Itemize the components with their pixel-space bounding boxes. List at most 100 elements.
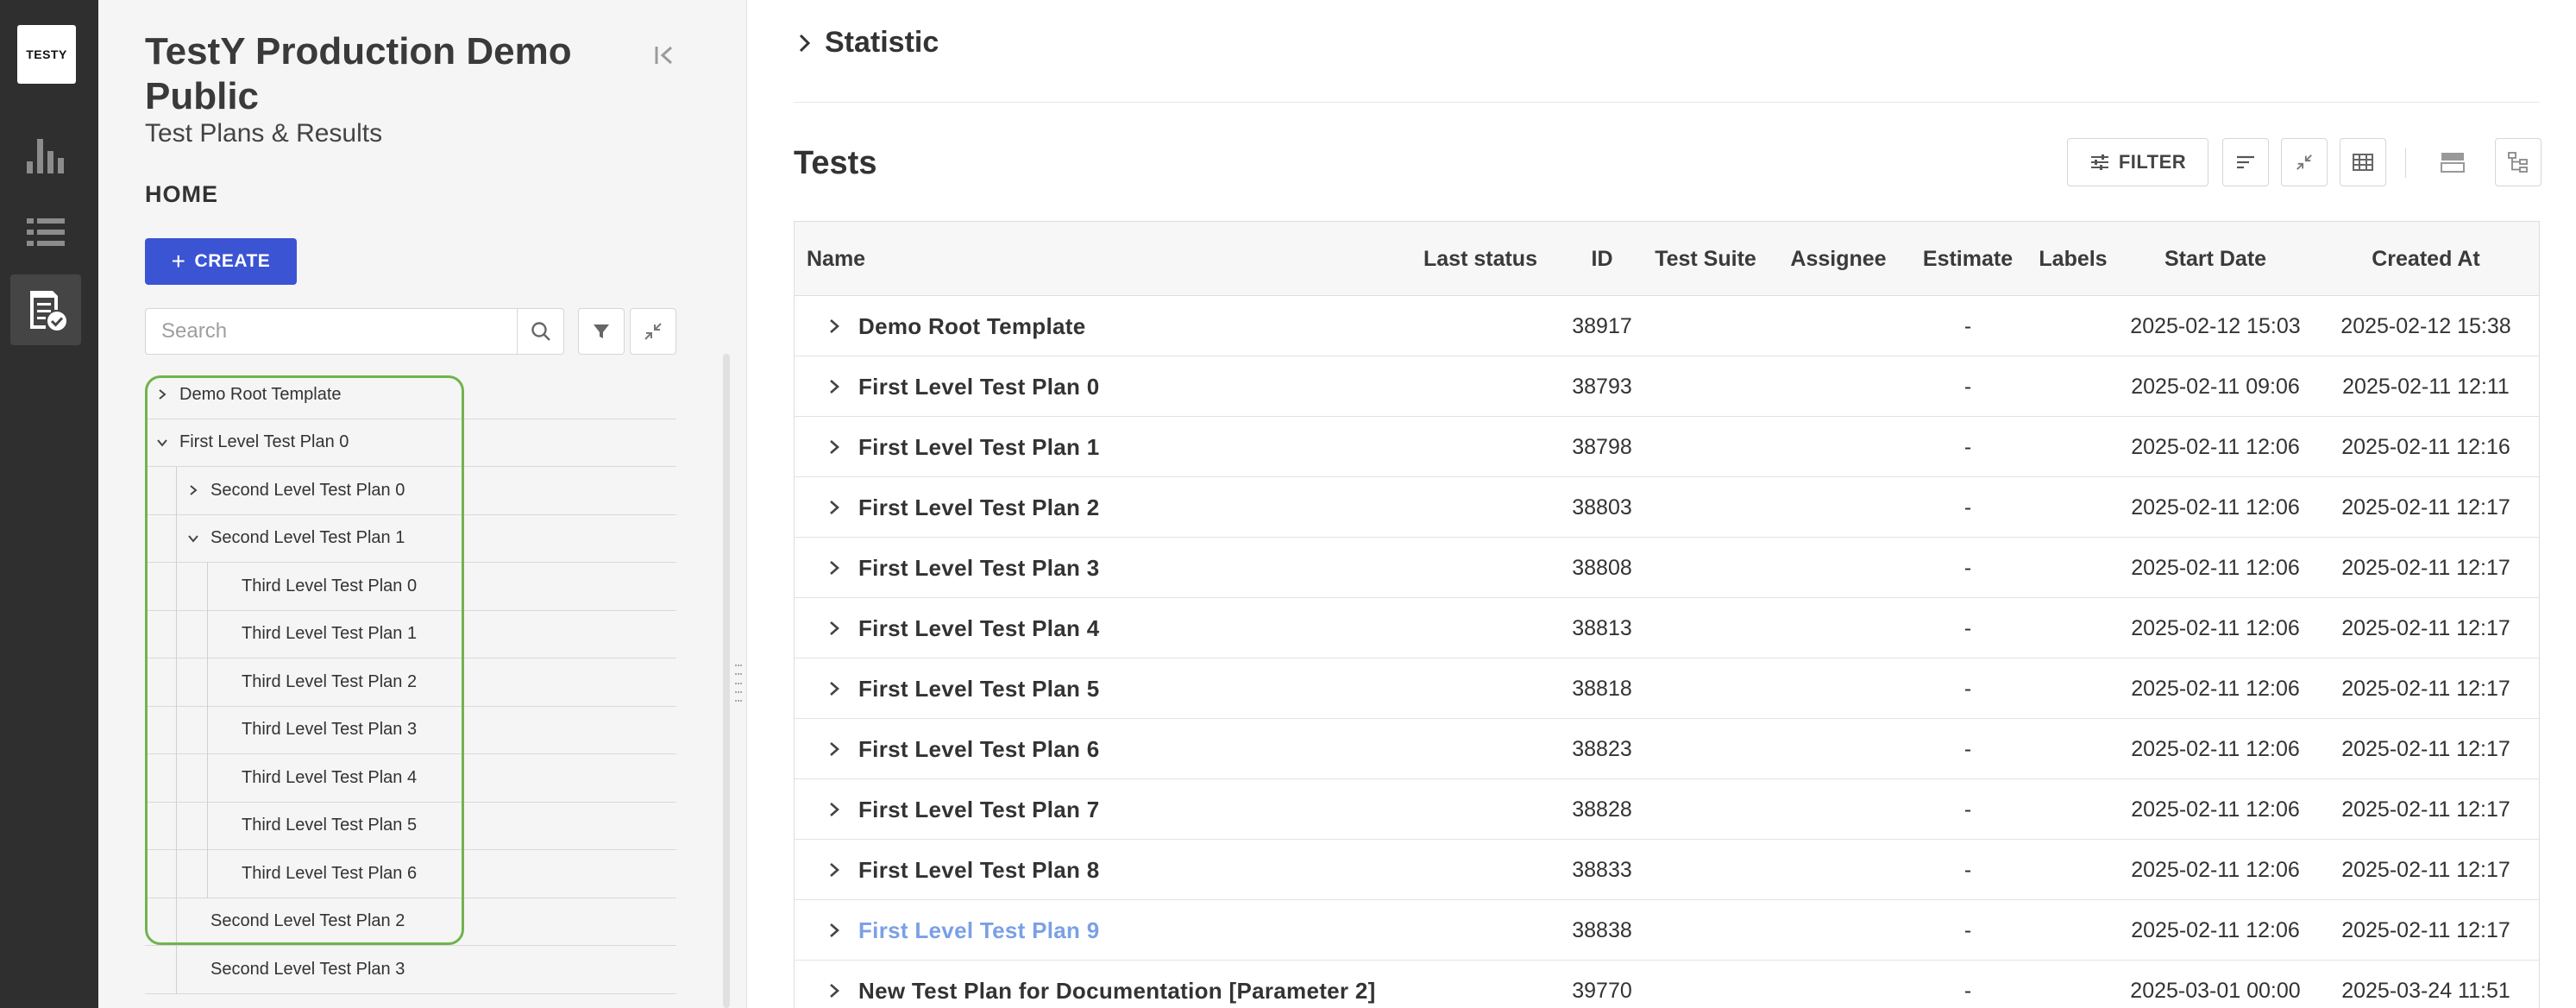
- rail-item-test-plans[interactable]: [10, 274, 81, 345]
- cell-name[interactable]: Demo Root Template: [858, 296, 1462, 356]
- sort-button[interactable]: [2222, 138, 2269, 186]
- column-header-id[interactable]: ID: [1562, 222, 1642, 296]
- column-header-name[interactable]: Name: [807, 222, 1411, 296]
- statistic-toggle[interactable]: Statistic: [797, 26, 939, 60]
- tree-item[interactable]: First Level Test Plan 0: [145, 419, 676, 467]
- column-header-estimate[interactable]: Estimate: [1907, 222, 2028, 296]
- tree-item[interactable]: Third Level Test Plan 4: [145, 754, 676, 803]
- cell-start-date: 2025-02-11 12:06: [2131, 917, 2300, 942]
- cell-name[interactable]: First Level Test Plan 0: [858, 356, 1462, 417]
- cell-test-suite: [1642, 779, 1769, 840]
- cell-name[interactable]: First Level Test Plan 1: [858, 417, 1462, 477]
- table-row[interactable]: First Level Test Plan 1 38798 - 2025-02-11 …: [795, 417, 2539, 477]
- cell-start-date: 2025-02-11 09:06: [2131, 374, 2300, 399]
- chevron-right-icon[interactable]: [826, 680, 843, 697]
- project-title: TestY Production Demo Public: [145, 30, 572, 117]
- table-row[interactable]: First Level Test Plan 6 38823 - 2025-02-11 …: [795, 719, 2539, 779]
- table-row[interactable]: First Level Test Plan 9 38838 - 2025-02-11 …: [795, 900, 2539, 961]
- cell-labels: [2028, 719, 2118, 779]
- cell-assignee: [1769, 719, 1907, 779]
- tree-item[interactable]: Second Level Test Plan 0: [145, 467, 676, 515]
- tree-item[interactable]: Third Level Test Plan 0: [145, 563, 676, 611]
- chevron-right-icon[interactable]: [826, 438, 843, 456]
- cell-name[interactable]: New Test Plan for Documentation [Paramet…: [858, 961, 1462, 1008]
- table-row[interactable]: First Level Test Plan 5 38818 - 2025-02-11 …: [795, 658, 2539, 719]
- chevron-right-icon[interactable]: [826, 378, 843, 395]
- panel-resize-handle[interactable]: [735, 665, 742, 702]
- cell-name[interactable]: First Level Test Plan 8: [858, 840, 1462, 900]
- nav-rail: TESTY: [0, 0, 98, 1008]
- chevron-right-icon[interactable]: [826, 861, 843, 879]
- app-logo[interactable]: TESTY: [17, 25, 76, 84]
- cell-name[interactable]: First Level Test Plan 3: [858, 538, 1462, 598]
- cell-labels: [2028, 296, 2118, 356]
- cell-name[interactable]: First Level Test Plan 4: [858, 598, 1462, 658]
- cell-name[interactable]: First Level Test Plan 9: [858, 900, 1462, 961]
- tree-item[interactable]: Third Level Test Plan 2: [145, 658, 676, 707]
- chevron-down-icon[interactable]: [185, 530, 202, 547]
- cell-test-suite: [1642, 719, 1769, 779]
- tree-scrollbar[interactable]: [723, 354, 730, 1008]
- column-header-start-date[interactable]: Start Date: [2118, 222, 2313, 296]
- table-row[interactable]: First Level Test Plan 7 38828 - 2025-02-11 …: [795, 779, 2539, 840]
- chevron-right-icon[interactable]: [826, 801, 843, 818]
- tree-view-button[interactable]: [2495, 138, 2541, 186]
- tree-filter-button[interactable]: [578, 308, 625, 355]
- chevron-down-icon[interactable]: [154, 434, 171, 451]
- column-header-created-at[interactable]: Created At: [2313, 222, 2539, 296]
- tree-item[interactable]: Second Level Test Plan 3: [145, 946, 676, 994]
- column-header-last-status[interactable]: Last status: [1398, 222, 1562, 296]
- chevron-right-icon[interactable]: [826, 982, 843, 999]
- collapse-rows-button[interactable]: [2281, 138, 2328, 186]
- table-row[interactable]: New Test Plan for Documentation [Paramet…: [795, 961, 2539, 1008]
- table-row[interactable]: First Level Test Plan 8 38833 - 2025-02-11 …: [795, 840, 2539, 900]
- tree-guide-line: [176, 610, 177, 658]
- cell-name[interactable]: First Level Test Plan 5: [858, 658, 1462, 719]
- home-link[interactable]: HOME: [145, 181, 218, 208]
- tree-item[interactable]: Demo Root Template: [145, 371, 676, 419]
- cell-name[interactable]: First Level Test Plan 2: [858, 477, 1462, 538]
- columns-button[interactable]: [2340, 138, 2386, 186]
- table-row[interactable]: First Level Test Plan 2 38803 - 2025-02-11 …: [795, 477, 2539, 538]
- column-header-assignee[interactable]: Assignee: [1769, 222, 1907, 296]
- cell-last-status: [1398, 538, 1562, 598]
- search-input[interactable]: [146, 309, 517, 354]
- search-button[interactable]: [517, 309, 563, 354]
- tree-item[interactable]: Second Level Test Plan 2: [145, 898, 676, 946]
- tree-item[interactable]: Third Level Test Plan 5: [145, 802, 676, 850]
- rail-item-list[interactable]: [10, 197, 81, 268]
- cell-id: 38838: [1572, 917, 1632, 942]
- create-button[interactable]: + CREATE: [145, 238, 297, 285]
- table-row[interactable]: Demo Root Template 38917 - 2025-02-12 15:03…: [795, 296, 2539, 356]
- chevron-right-icon[interactable]: [826, 620, 843, 637]
- tree-item[interactable]: Third Level Test Plan 1: [145, 610, 676, 658]
- filter-button[interactable]: FILTER: [2067, 138, 2208, 186]
- tree-collapse-all-button[interactable]: [630, 308, 676, 355]
- cell-estimate: -: [1963, 978, 1972, 1003]
- chevron-right-icon[interactable]: [826, 740, 843, 758]
- search-box: [145, 308, 564, 355]
- column-header-labels[interactable]: Labels: [2028, 222, 2118, 296]
- chevron-right-icon[interactable]: [826, 922, 843, 939]
- tree-item[interactable]: Third Level Test Plan 6: [145, 850, 676, 898]
- rail-item-statistics[interactable]: [10, 119, 81, 190]
- cell-name[interactable]: First Level Test Plan 7: [858, 779, 1462, 840]
- chevron-right-icon[interactable]: [826, 559, 843, 576]
- table-row[interactable]: First Level Test Plan 0 38793 - 2025-02-11 …: [795, 356, 2539, 417]
- chevron-right-icon[interactable]: [154, 386, 171, 403]
- column-header-test-suite[interactable]: Test Suite: [1642, 222, 1769, 296]
- tree-item[interactable]: Second Level Test Plan 1: [145, 514, 676, 563]
- chevron-right-icon[interactable]: [826, 499, 843, 516]
- tree-guide-line: [207, 802, 208, 850]
- collapse-sidebar-button[interactable]: [647, 38, 682, 72]
- tree-item[interactable]: Third Level Test Plan 3: [145, 706, 676, 754]
- cell-last-status: [1398, 779, 1562, 840]
- table-row[interactable]: First Level Test Plan 3 38808 - 2025-02-11 …: [795, 538, 2539, 598]
- chevron-right-icon[interactable]: [185, 482, 202, 499]
- cell-name[interactable]: First Level Test Plan 6: [858, 719, 1462, 779]
- chevron-right-icon[interactable]: [826, 318, 843, 335]
- cell-labels: [2028, 779, 2118, 840]
- table-row[interactable]: First Level Test Plan 4 38813 - 2025-02-11 …: [795, 598, 2539, 658]
- sort-icon: [2237, 155, 2254, 169]
- list-view-button[interactable]: [2429, 138, 2476, 186]
